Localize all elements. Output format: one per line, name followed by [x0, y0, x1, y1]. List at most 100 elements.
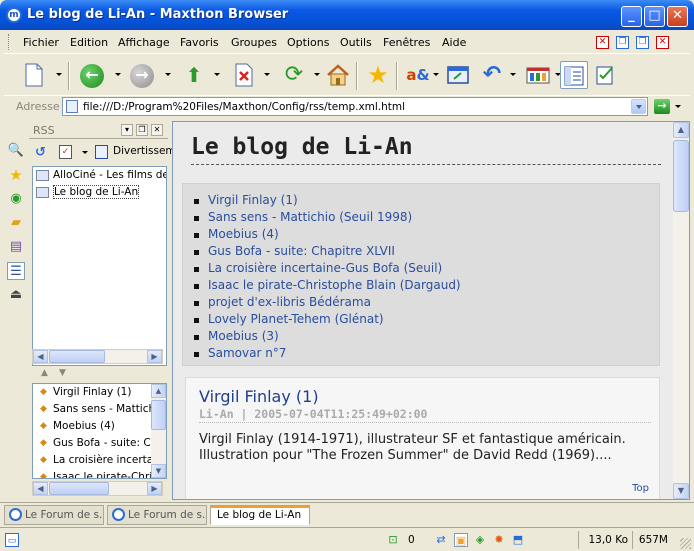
post-link[interactable]: Samovar n°7	[183, 346, 659, 363]
rss-panel-icon[interactable]: ☰	[7, 262, 25, 280]
rss-edit-icon[interactable]: ✓	[59, 145, 72, 159]
home-icon[interactable]	[324, 61, 352, 89]
scroll-up-icon[interactable]: ▲	[151, 384, 166, 398]
article-list-hscrollbar[interactable]: ◀ ▶	[32, 481, 163, 496]
close-button[interactable]: ✕	[667, 6, 688, 27]
edit-check-icon[interactable]	[592, 61, 620, 89]
post-link[interactable]: Isaac le pirate-Christophe Blain (Dargau…	[183, 278, 659, 295]
search-icon[interactable]: 🔍	[7, 142, 25, 160]
scroll-thumb[interactable]	[49, 350, 105, 363]
favorites-star-icon[interactable]: ★	[364, 61, 392, 89]
minimize-button[interactable]: _	[621, 6, 642, 27]
feed-item[interactable]: Le blog de Li-An	[33, 184, 166, 201]
rss-close-icon[interactable]: ✕	[151, 124, 163, 136]
translate-dropdown-icon[interactable]	[433, 73, 439, 76]
undo-close-icon[interactable]: ↶	[478, 61, 506, 89]
menu-affichage[interactable]: Affichage	[118, 36, 170, 49]
proxy-icon[interactable]: ◈	[473, 533, 487, 547]
menu-fenetres[interactable]: Fenêtres	[383, 36, 430, 49]
menu-groupes[interactable]: Groupes	[231, 36, 277, 49]
scroll-left-icon[interactable]: ◀	[33, 482, 48, 495]
ad-hunter-icon[interactable]: ▣	[454, 533, 468, 547]
menu-outils[interactable]: Outils	[340, 36, 372, 49]
new-page-icon[interactable]	[20, 61, 48, 89]
address-dropdown-button[interactable]	[631, 99, 646, 114]
restore-all-icon[interactable]: ❐	[636, 36, 649, 49]
scroll-thumb[interactable]	[49, 482, 109, 495]
rss-refresh-icon[interactable]: ↺	[35, 145, 46, 160]
menu-options[interactable]: Options	[287, 36, 329, 49]
popup-blocker-icon[interactable]: ⊡	[386, 533, 400, 547]
scroll-thumb[interactable]	[151, 400, 166, 430]
post-link[interactable]: Virgil Finlay (1)	[183, 193, 659, 210]
content-vscrollbar[interactable]: ▲ ▼	[673, 122, 689, 499]
scroll-down-icon[interactable]: ▼	[673, 483, 689, 499]
rss-category-label[interactable]: Divertissem	[113, 145, 176, 157]
post-link[interactable]: La croisière incertaine-Gus Bofa (Seuil)	[183, 261, 659, 278]
translate-icon[interactable]: a&	[404, 61, 432, 89]
post-link[interactable]: Gus Bofa - suite: Chapitre XLVII	[183, 244, 659, 261]
scroll-right-icon[interactable]: ▶	[147, 350, 162, 363]
download-icon[interactable]: ⬒	[511, 533, 525, 547]
post-link[interactable]: Moebius (4)	[183, 227, 659, 244]
post-link[interactable]: projet d'ex-libris Bédérama	[183, 295, 659, 312]
tab-forum-2[interactable]: Le Forum de s...	[107, 505, 207, 525]
post-link[interactable]: Moebius (3)	[183, 329, 659, 346]
rss-edit-dropdown-icon[interactable]	[82, 151, 88, 154]
post-title[interactable]: Virgil Finlay (1)	[199, 387, 319, 406]
splitter-down-icon[interactable]: ▼	[59, 368, 66, 378]
feed-list-hscrollbar[interactable]: ◀ ▶	[32, 349, 163, 364]
menu-favoris[interactable]: Favoris	[180, 36, 219, 49]
back-icon[interactable]: ←	[80, 64, 104, 88]
groups-icon[interactable]	[524, 61, 552, 89]
sidebar-toggle-icon[interactable]	[560, 61, 588, 89]
go-dropdown-icon[interactable]	[675, 105, 681, 108]
collapse-icon[interactable]: ⏏	[7, 286, 25, 304]
forward-dropdown-icon[interactable]	[165, 73, 171, 76]
tab-blog-li-an[interactable]: Le blog de Li-An	[210, 505, 310, 525]
toolbar-grip[interactable]	[8, 34, 11, 50]
history-icon[interactable]: ◉	[7, 190, 25, 208]
refresh-icon[interactable]: ⟳	[280, 61, 308, 89]
network-icon[interactable]: ⇄	[434, 533, 448, 547]
close-all-icon[interactable]: ✕	[656, 36, 669, 49]
scroll-down-icon[interactable]: ▼	[151, 464, 166, 478]
refresh-dropdown-icon[interactable]	[314, 73, 320, 76]
menu-aide[interactable]: Aide	[442, 36, 466, 49]
up-folder-icon[interactable]: ⬆	[180, 61, 208, 89]
fullscreen-icon[interactable]	[444, 61, 472, 89]
resize-grip[interactable]	[680, 538, 691, 549]
list-item[interactable]: ◆ Moebius (4)	[33, 418, 166, 435]
scroll-up-icon[interactable]: ▲	[673, 122, 689, 138]
favorites-icon[interactable]: ★	[7, 166, 25, 184]
top-link[interactable]: Top	[632, 483, 649, 494]
close-tab-icon[interactable]: ✕	[596, 36, 609, 49]
list-item[interactable]: ◆ La croisière incertai	[33, 452, 166, 469]
splitter-up-icon[interactable]: ▲	[41, 368, 48, 378]
scroll-right-icon[interactable]: ▶	[147, 482, 162, 495]
rss-menu-icon[interactable]: ▾	[121, 124, 133, 136]
restore-tab-icon[interactable]: ❐	[616, 36, 629, 49]
back-dropdown-icon[interactable]	[115, 73, 121, 76]
scroll-thumb[interactable]	[673, 140, 689, 212]
rss-float-icon[interactable]: ❐	[136, 124, 148, 136]
menu-fichier[interactable]: Fichier	[23, 36, 59, 49]
stop-icon[interactable]	[230, 61, 258, 89]
panel-splitter[interactable]: ▲ ▼	[29, 367, 168, 381]
go-icon[interactable]: →	[654, 99, 670, 114]
post-link[interactable]: Sans sens - Mattichio (Seuil 1998)	[183, 210, 659, 227]
post-link[interactable]: Lovely Planet-Tehem (Glénat)	[183, 312, 659, 329]
article-list-vscrollbar[interactable]: ▲ ▼	[151, 384, 166, 478]
maximize-button[interactable]: □	[644, 6, 665, 27]
list-item[interactable]: ◆ Gus Bofa - suite: Ch	[33, 435, 166, 452]
up-dropdown-icon[interactable]	[214, 73, 220, 76]
tab-forum-1[interactable]: Le Forum de s...	[4, 505, 104, 525]
notes-icon[interactable]: ▤	[7, 238, 25, 256]
undo-dropdown-icon[interactable]	[510, 73, 516, 76]
folder-icon[interactable]: ▰	[7, 214, 25, 232]
feed-item[interactable]: AlloCiné - Les films de la	[33, 167, 166, 184]
address-input[interactable]	[83, 99, 623, 114]
scroll-left-icon[interactable]: ◀	[33, 350, 48, 363]
new-page-dropdown-icon[interactable]	[56, 73, 62, 76]
list-item[interactable]: ◆ Virgil Finlay (1)	[33, 384, 166, 401]
